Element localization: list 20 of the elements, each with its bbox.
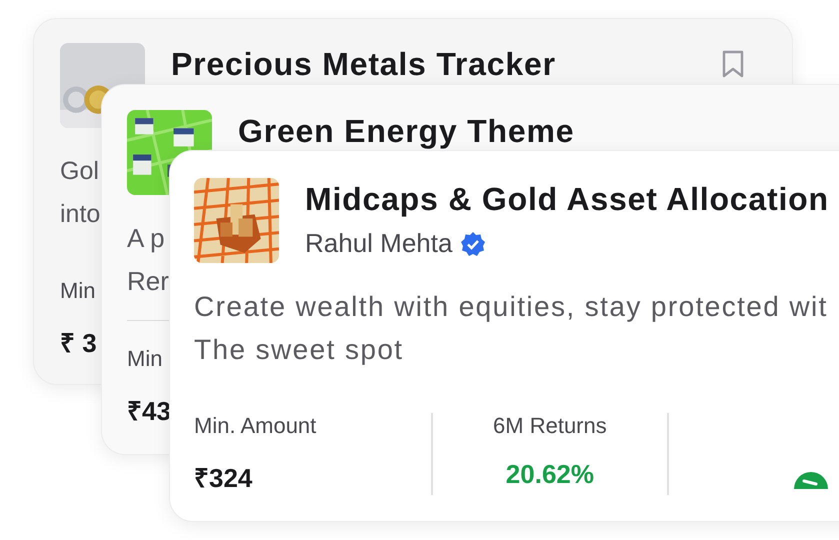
stat-label: 6M Returns	[493, 413, 607, 439]
stat-value: ₹324	[194, 462, 252, 495]
description-text: Rer	[127, 265, 169, 298]
description-text: into	[60, 199, 100, 230]
author-name: Rahul Mehta	[305, 228, 452, 259]
description-text: Gol	[60, 156, 99, 187]
card-title: Green Energy Theme	[238, 112, 574, 150]
stat-value: ₹43	[127, 395, 171, 428]
description-text: Create wealth with equities, stay protected wit	[194, 290, 828, 324]
bookmark-icon[interactable]	[722, 50, 744, 78]
card-title: Midcaps & Gold Asset Allocation	[305, 180, 829, 218]
card-title: Precious Metals Tracker	[171, 45, 556, 83]
stat-label: Min	[127, 346, 162, 372]
stat-value: ₹ 3	[60, 327, 97, 360]
stat-label: Min. Amount	[194, 413, 316, 439]
description-text: The sweet spot	[194, 333, 404, 367]
stat-value: 20.62%	[506, 459, 594, 490]
description-text: A p	[127, 222, 165, 255]
dial-icon	[794, 471, 828, 489]
stat-label: Min	[60, 278, 96, 304]
